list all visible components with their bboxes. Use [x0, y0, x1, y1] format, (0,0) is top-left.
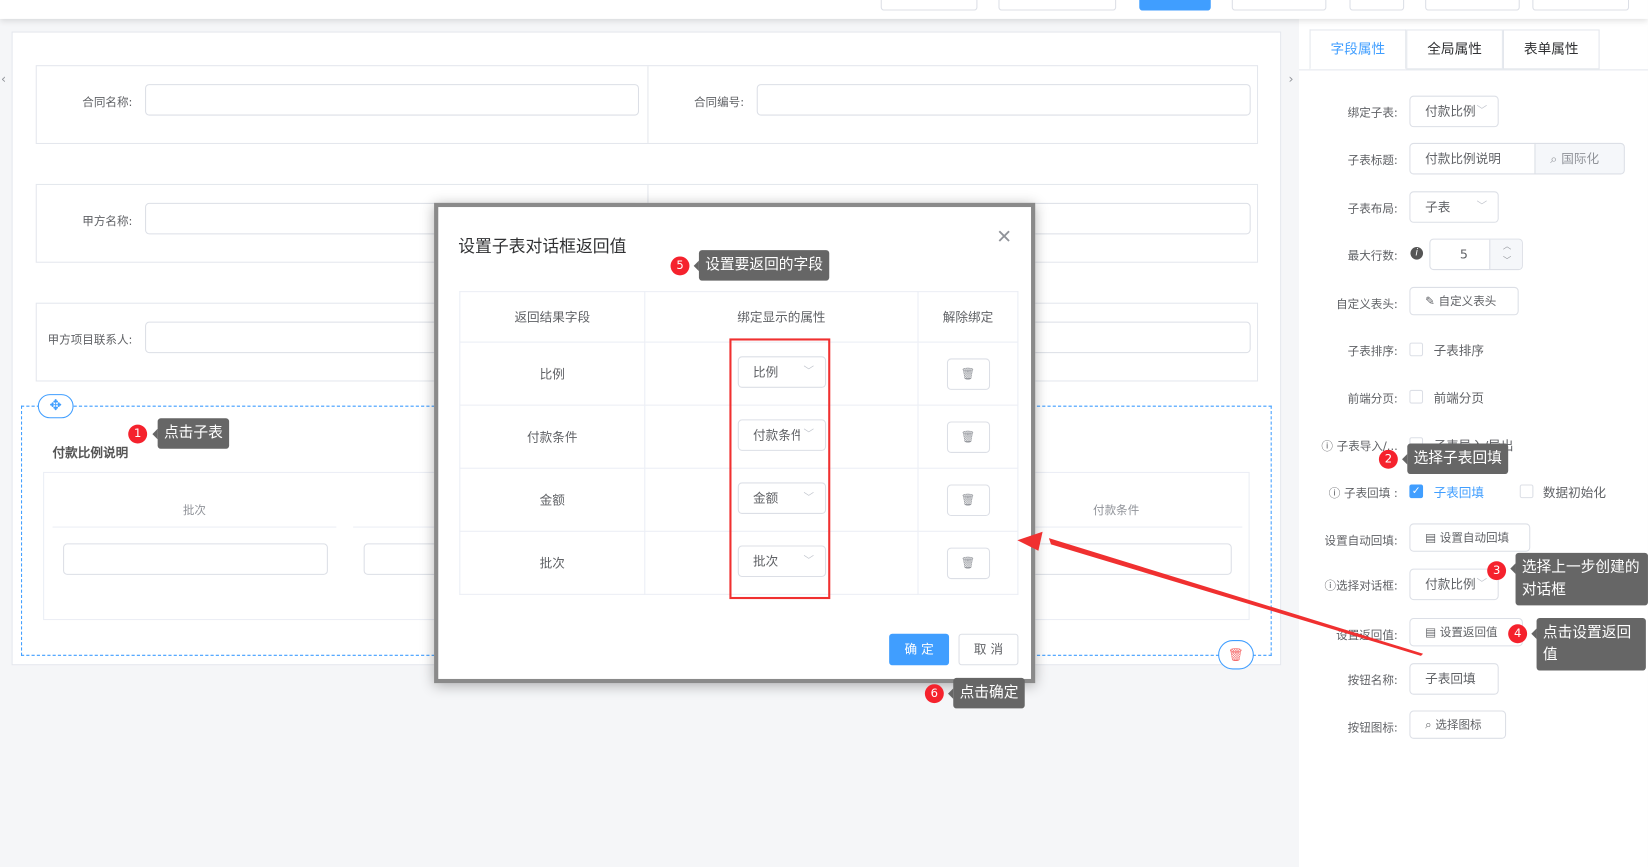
annotation-tooltip: 点击确定	[948, 677, 1025, 709]
annotation-number: 4	[1508, 624, 1528, 644]
annotation-number: 6	[924, 684, 944, 704]
toolbar-button[interactable]	[998, 0, 1117, 11]
toolbar-button[interactable]	[880, 0, 978, 11]
annotation-arrow	[1017, 531, 1424, 656]
toolbar-button[interactable]	[1425, 0, 1520, 11]
annotation-tooltip: 点击子表	[152, 418, 230, 449]
annotation-number: 2	[1378, 449, 1398, 469]
top-toolbar	[0, 0, 1648, 19]
annotation-tooltip: 点击设置返回值	[1531, 617, 1646, 671]
arrow-head	[1017, 531, 1043, 551]
toolbar-button[interactable]	[1532, 0, 1630, 11]
toolbar-button[interactable]	[1231, 0, 1327, 11]
annotation-tooltip: 选择上一步创建的对话框	[1510, 552, 1648, 606]
app: ‹ › 合同名称: 合同编号: 甲方名称: 甲方项目联系人: 付款比例说明 批次…	[0, 0, 1648, 867]
annotation-tooltip: 设置要返回的字段	[693, 250, 830, 281]
annotation-number: 5	[670, 256, 690, 276]
annotation-number: 3	[1487, 561, 1507, 581]
arrow-shaft	[1048, 538, 1424, 656]
toolbar-button[interactable]	[1349, 0, 1405, 11]
annotation-number: 1	[128, 424, 148, 444]
annotation-tooltip: 选择子表回填	[1402, 443, 1509, 475]
toolbar-primary-button[interactable]	[1139, 0, 1211, 11]
